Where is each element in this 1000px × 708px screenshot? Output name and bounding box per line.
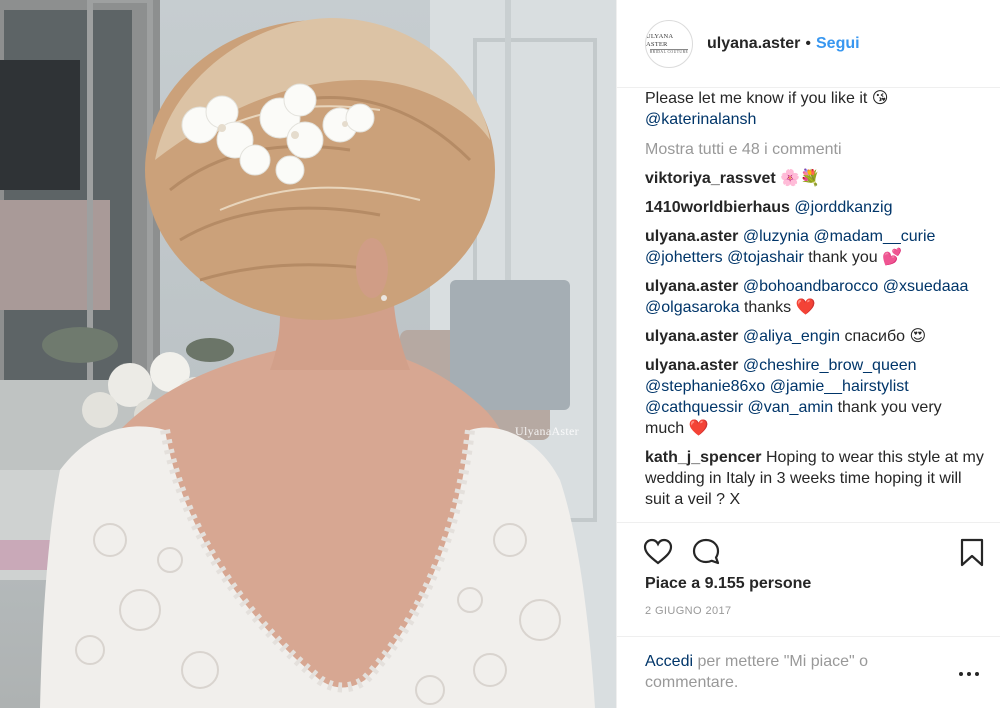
comment-item: 1410worldbierhaus @jorddkanzig	[645, 197, 985, 218]
header-separator: •	[805, 34, 811, 52]
post-photo[interactable]: UlyanaAster	[0, 0, 616, 708]
comment-item: ruby_2_sweet @...	[645, 518, 985, 521]
action-bar	[617, 522, 1000, 582]
comment-mention[interactable]: @johetters	[645, 249, 723, 266]
comment-username[interactable]: 1410worldbierhaus	[645, 199, 790, 216]
comment-username[interactable]: viktoriya_rassvet	[645, 170, 776, 187]
post-side-panel: ULYANA ASTER BRIDAL COUTURE ulyana.aster…	[616, 0, 1000, 708]
comment-mention[interactable]: @cathquessir	[645, 399, 743, 416]
comment-text: thank you 💕	[803, 249, 902, 266]
load-more-comments-button[interactable]: Mostra tutti e 48 i commenti	[645, 139, 985, 160]
comment-username[interactable]: kath_j_spencer	[645, 449, 762, 466]
caption-text: Please let me know if you like it 😘	[645, 90, 889, 107]
comment-mention[interactable]: @luzynia	[743, 228, 809, 245]
caption-partial: Please let me know if you like it 😘 @kat…	[645, 89, 985, 130]
comment-item: ulyana.aster @cheshire_brow_queen @steph…	[645, 355, 985, 439]
comment-item: ulyana.aster @bohoandbarocco @xsuedaaa @…	[645, 276, 985, 318]
comment-text: спасибо 😍	[840, 328, 927, 345]
comment-username[interactable]: ulyana.aster	[645, 357, 738, 374]
comment-items: viktoriya_rassvet 🌸💐 1410worldbierhaus @j…	[645, 168, 985, 521]
comment-text: 🌸💐	[780, 170, 821, 187]
bride-back-illustration	[0, 0, 616, 708]
follow-button[interactable]: Segui	[816, 35, 860, 53]
comment-mention[interactable]: @jamie__hairstylist	[770, 378, 909, 395]
comment-mention[interactable]: @van_amin	[748, 399, 834, 416]
comment-icon[interactable]	[691, 537, 721, 567]
avatar[interactable]: ULYANA ASTER BRIDAL COUTURE	[645, 19, 693, 68]
post-date: 2 GIUGNO 2017	[645, 605, 732, 617]
more-options-icon[interactable]	[959, 669, 983, 679]
heart-icon[interactable]	[643, 537, 673, 567]
comment-mention[interactable]: @bohoandbarocco	[743, 278, 878, 295]
comment-username[interactable]: ruby_2_sweet	[645, 520, 751, 521]
comment-mention[interactable]: @...	[755, 520, 785, 521]
likes-count[interactable]: Piace a 9.155 persone	[645, 575, 811, 593]
comment-mention[interactable]: @aliya_engin	[743, 328, 840, 345]
comment-username[interactable]: ulyana.aster	[645, 328, 738, 345]
comment-mention[interactable]: @jorddkanzig	[794, 199, 892, 216]
comment-mention[interactable]: @cheshire_brow_queen	[743, 357, 917, 374]
bookmark-icon[interactable]	[957, 537, 987, 567]
comments-list[interactable]: Please let me know if you like it 😘 @kat…	[645, 89, 985, 521]
comment-item: viktoriya_rassvet 🌸💐	[645, 168, 985, 189]
comment-username[interactable]: ulyana.aster	[645, 278, 738, 295]
comment-username[interactable]: ulyana.aster	[645, 228, 738, 245]
comment-item: kath_j_spencer Hoping to wear this style…	[645, 447, 985, 510]
login-prompt: Accedi per mettere "Mi piace" o commenta…	[645, 651, 945, 693]
comment-mention[interactable]: @xsuedaaa	[883, 278, 969, 295]
comment-mention[interactable]: @olgasaroka	[645, 299, 740, 316]
comment-text: thanks ❤️	[739, 299, 816, 316]
header-username[interactable]: ulyana.aster	[707, 35, 800, 53]
photo-watermark: UlyanaAster	[515, 424, 579, 438]
caption-mention[interactable]: @katerinalansh	[645, 111, 756, 128]
login-prompt-section: Accedi per mettere "Mi piace" o commenta…	[617, 636, 1000, 708]
comment-mention[interactable]: @tojashair	[727, 249, 804, 266]
post-header: ULYANA ASTER BRIDAL COUTURE ulyana.aster…	[617, 0, 1000, 88]
comment-item: ulyana.aster @aliya_engin спасибо 😍	[645, 326, 985, 347]
comment-item: ulyana.aster @luzynia @madam__curie @joh…	[645, 226, 985, 268]
comment-mention[interactable]: @madam__curie	[813, 228, 935, 245]
login-link[interactable]: Accedi	[645, 653, 693, 670]
avatar-text-2: BRIDAL COUTURE	[649, 48, 689, 54]
comment-mention[interactable]: @stephanie86xo	[645, 378, 765, 395]
avatar-text-1: ULYANA ASTER	[646, 32, 673, 48]
